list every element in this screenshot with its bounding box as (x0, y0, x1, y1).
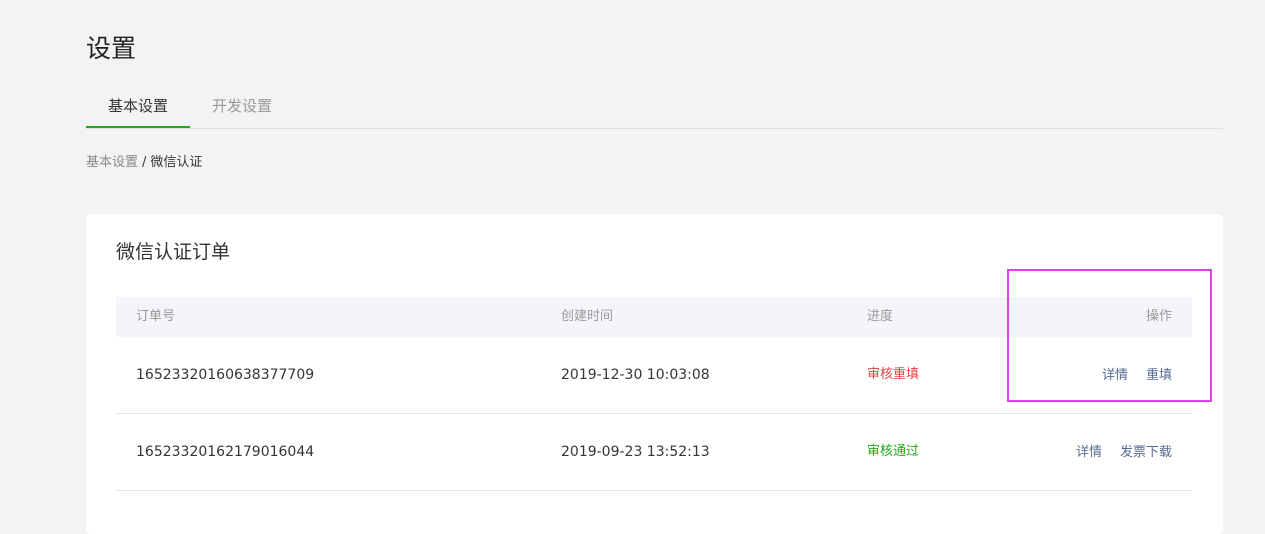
column-header-order: 订单号 (136, 309, 176, 324)
breadcrumb-separator: / (142, 155, 147, 170)
column-header-time: 创建时间 (561, 309, 614, 324)
table-row: 16523320162179016044 2019-09-23 13:52:13… (116, 414, 1192, 491)
breadcrumb: 基本设置 / 微信认证 (86, 154, 202, 172)
breadcrumb-current: 微信认证 (150, 155, 203, 170)
table-row: 16523320160638377709 2019-12-30 10:03:08… (116, 337, 1192, 414)
created-time: 2019-12-30 10:03:08 (561, 367, 710, 383)
wechat-verification-card: 微信认证订单 订单号 创建时间 进度 操作 165233201606383777… (86, 214, 1223, 534)
card-title: 微信认证订单 (116, 241, 231, 263)
details-link[interactable]: 详情 (1102, 368, 1128, 383)
orders-table: 订单号 创建时间 进度 操作 16523320160638377709 2019… (116, 297, 1192, 491)
column-header-status: 进度 (867, 309, 894, 324)
page-title: 设置 (86, 34, 137, 63)
status-text: 审核通过 (867, 444, 920, 459)
breadcrumb-basic-settings[interactable]: 基本设置 (86, 155, 138, 170)
row-actions: 详情 发票下载 (1058, 414, 1172, 491)
status-text: 审核重填 (867, 367, 920, 382)
refill-link[interactable]: 重填 (1146, 368, 1172, 383)
tab-bar: 基本设置 开发设置 (86, 90, 1223, 129)
row-actions: 详情 重填 (1084, 337, 1172, 414)
table-header: 订单号 创建时间 进度 操作 (116, 297, 1192, 337)
column-header-ops: 操作 (1145, 309, 1172, 324)
tab-developer-settings[interactable]: 开发设置 (190, 90, 294, 126)
tab-basic-settings[interactable]: 基本设置 (86, 90, 190, 128)
order-number: 16523320160638377709 (136, 367, 315, 383)
details-link[interactable]: 详情 (1076, 445, 1102, 460)
order-number: 16523320162179016044 (136, 444, 315, 460)
invoice-download-link[interactable]: 发票下载 (1120, 445, 1172, 460)
created-time: 2019-09-23 13:52:13 (561, 444, 710, 460)
